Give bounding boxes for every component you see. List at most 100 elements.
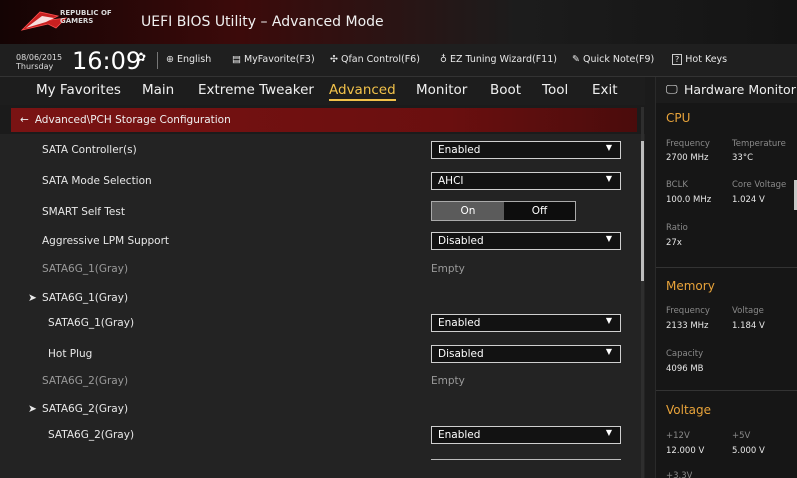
port-status: Empty — [431, 375, 465, 387]
setting-row-smart-self-test: SMART Self Test On Off — [0, 199, 640, 227]
myfavorite-button[interactable]: ▤ MyFavorite(F3) — [232, 54, 315, 65]
setting-label: SATA6G_2(Gray) — [42, 375, 129, 387]
v5-label: +5V — [732, 431, 751, 441]
monitor-icon: 🖵 — [666, 82, 678, 96]
sata6g1-select[interactable]: Enabled ▼ — [431, 314, 621, 332]
main-nav: My Favorites Main Extreme Tweaker Advanc… — [0, 77, 645, 105]
ez-tuning-button[interactable]: ♁ EZ Tuning Wizard(F11) — [440, 54, 557, 65]
language-button[interactable]: ⊕ English — [166, 54, 211, 65]
tab-boot[interactable]: Boot — [490, 82, 521, 98]
memory-voltage-label: Voltage — [732, 306, 764, 316]
smart-self-test-toggle[interactable]: On Off — [431, 201, 576, 221]
settings-scrollbar[interactable] — [641, 107, 644, 478]
breadcrumb[interactable]: ← Advanced\PCH Storage Configuration — [11, 108, 637, 132]
setting-row-aggressive-lpm: Aggressive LPM Support Disabled ▼ — [0, 228, 640, 256]
memory-frequency-value: 2133 MHz — [666, 321, 709, 331]
tab-my-favorites[interactable]: My Favorites — [36, 82, 121, 98]
dropdown-arrow-icon: ▼ — [605, 428, 612, 437]
setting-row-sata6g2-status: SATA6G_2(Gray) Empty — [0, 368, 640, 396]
submenu-label[interactable]: SATA6G_1(Gray) — [42, 292, 128, 304]
breadcrumb-path: Advanced\PCH Storage Configuration — [34, 114, 231, 126]
date-text: 08/06/2015 — [16, 53, 63, 62]
hot-keys-button[interactable]: ? Hot Keys — [672, 54, 727, 65]
sata6g2-select[interactable]: Enabled ▼ — [431, 426, 621, 444]
dropdown-arrow-icon: ▼ — [605, 347, 612, 356]
tab-monitor[interactable]: Monitor — [416, 82, 467, 98]
help-icon: ? — [672, 54, 683, 65]
myfavorite-label: MyFavorite(F3) — [243, 54, 315, 65]
submenu-arrow-icon: ➤ — [28, 292, 37, 304]
toolbar: 08/06/2015 Thursday 16:09 ✿ ⊕ English ▤ My… — [0, 44, 797, 77]
quick-note-label: Quick Note(F9) — [582, 54, 655, 65]
language-label: English — [176, 54, 212, 65]
setting-label: SATA Controller(s) — [42, 144, 137, 156]
hot-plug-select[interactable]: Disabled ▼ — [431, 345, 621, 363]
brand-line2: GAMERS — [60, 17, 94, 25]
setting-row-sata-mode: SATA Mode Selection AHCI ▼ — [0, 168, 640, 196]
setting-label: SMART Self Test — [42, 206, 125, 218]
capacity-value: 4096 MB — [666, 364, 704, 374]
select-value: Disabled — [438, 348, 484, 360]
dropdown-arrow-icon: ▼ — [605, 234, 612, 243]
aggressive-lpm-select[interactable]: Disabled ▼ — [431, 232, 621, 250]
sata-mode-select[interactable]: AHCI ▼ — [431, 172, 621, 190]
setting-row-sata6g1-enable: SATA6G_1(Gray) Enabled ▼ — [0, 310, 640, 338]
gear-icon[interactable]: ✿ — [136, 50, 146, 64]
list-icon: ▤ — [232, 54, 241, 65]
sata-controller-select[interactable]: Enabled ▼ — [431, 141, 621, 159]
voltage-section-title: Voltage — [666, 403, 712, 417]
back-arrow-icon[interactable]: ← — [20, 114, 29, 126]
day-text: Thursday — [16, 62, 54, 71]
globe-icon: ⊕ — [166, 54, 174, 65]
setting-label: Hot Plug — [48, 348, 93, 360]
hardware-monitor-title: Hardware Monitor — [684, 82, 796, 97]
core-voltage-label: Core Voltage — [732, 180, 787, 190]
toggle-off[interactable]: Off — [504, 202, 575, 220]
v33-label: +3.3V — [666, 471, 693, 478]
submenu-sata6g1[interactable]: ➤ SATA6G_1(Gray) — [0, 285, 640, 313]
cpu-temperature-label: Temperature — [732, 139, 786, 149]
tab-extreme-tweaker[interactable]: Extreme Tweaker — [198, 82, 314, 98]
partial-select-edge — [431, 459, 621, 464]
quick-note-button[interactable]: ✎ Quick Note(F9) — [572, 54, 654, 65]
setting-label: SATA6G_1(Gray) — [48, 317, 135, 329]
hot-keys-label: Hot Keys — [685, 54, 728, 65]
setting-row-sata6g1-status: SATA6G_1(Gray) Empty — [0, 256, 640, 284]
bulb-icon: ♁ — [440, 54, 447, 65]
select-value: Enabled — [438, 317, 481, 329]
setting-label: SATA6G_1(Gray) — [42, 263, 129, 275]
select-value: Enabled — [438, 144, 481, 156]
tab-tool[interactable]: Tool — [542, 82, 568, 98]
submenu-sata6g2[interactable]: ➤ SATA6G_2(Gray) — [0, 396, 640, 424]
bclk-value: 100.0 MHz — [666, 195, 712, 205]
submenu-arrow-icon: ➤ — [28, 403, 37, 415]
ez-tuning-label: EZ Tuning Wizard(F11) — [449, 54, 557, 65]
capacity-label: Capacity — [666, 349, 704, 359]
toggle-on[interactable]: On — [432, 202, 504, 220]
date-display: 08/06/2015 Thursday — [16, 53, 62, 71]
scrollbar-thumb[interactable] — [641, 141, 644, 281]
clock-time[interactable]: 16:09 — [72, 47, 141, 75]
tab-exit[interactable]: Exit — [592, 82, 618, 98]
select-value: Enabled — [438, 429, 481, 441]
memory-frequency-label: Frequency — [666, 306, 710, 316]
setting-row-sata-controller: SATA Controller(s) Enabled ▼ — [0, 137, 640, 165]
qfan-label: Qfan Control(F6) — [340, 54, 420, 65]
dropdown-arrow-icon: ▼ — [605, 143, 612, 152]
setting-label: SATA6G_2(Gray) — [48, 429, 135, 441]
setting-row-sata6g2-enable: SATA6G_2(Gray) Enabled ▼ — [0, 422, 640, 450]
qfan-button[interactable]: ✣ Qfan Control(F6) — [330, 54, 420, 65]
tab-main[interactable]: Main — [142, 82, 174, 98]
bclk-label: BCLK — [666, 180, 688, 190]
cpu-frequency-label: Frequency — [666, 139, 710, 149]
select-value: Disabled — [438, 235, 484, 247]
core-voltage-value: 1.024 V — [732, 195, 765, 205]
v12-label: +12V — [666, 431, 690, 441]
submenu-label[interactable]: SATA6G_2(Gray) — [42, 403, 128, 415]
memory-voltage-value: 1.184 V — [732, 321, 765, 331]
dropdown-arrow-icon: ▼ — [605, 174, 612, 183]
ratio-label: Ratio — [666, 223, 688, 233]
fan-icon: ✣ — [330, 54, 338, 65]
port-status: Empty — [431, 263, 465, 275]
tab-advanced[interactable]: Advanced — [329, 82, 396, 101]
